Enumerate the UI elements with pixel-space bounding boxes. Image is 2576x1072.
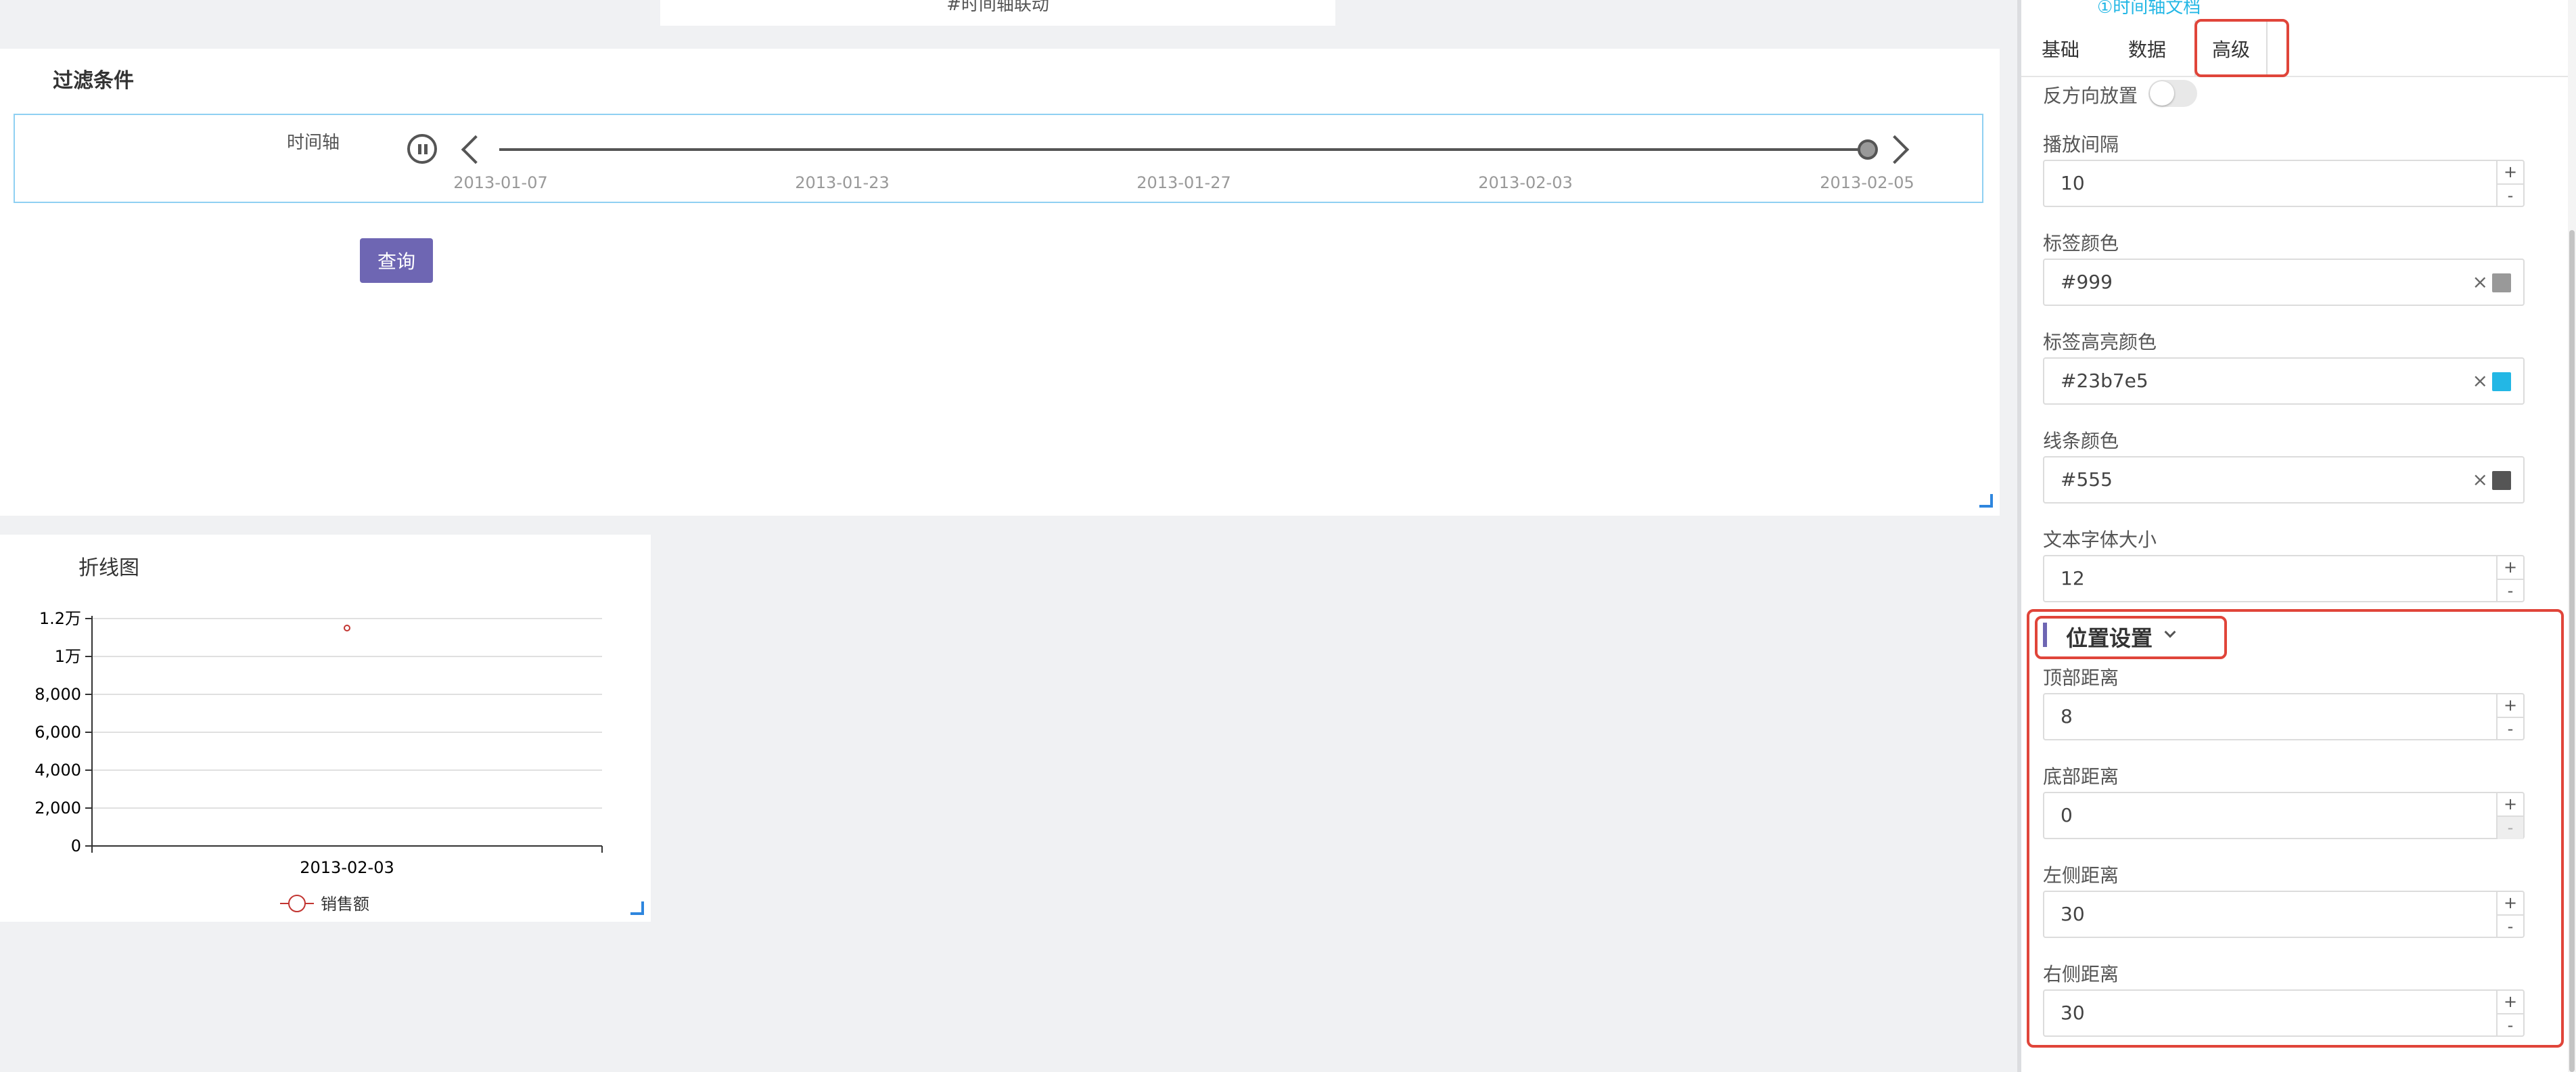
scrollbar-thumb[interactable] bbox=[2569, 230, 2575, 1072]
legend-label: 销售额 bbox=[321, 895, 369, 914]
bottom-distance-input[interactable]: 0 + - bbox=[2043, 792, 2525, 839]
timeline-widget-title: #时间轴联动 bbox=[946, 0, 1049, 15]
left-distance-input[interactable]: 30 + - bbox=[2043, 891, 2525, 938]
section-accent-bar bbox=[2043, 623, 2047, 647]
data-point bbox=[344, 625, 350, 631]
y-tick-label: 2,000 bbox=[34, 799, 81, 818]
play-interval-label: 播放间隔 bbox=[2043, 133, 2119, 156]
font-size-input[interactable]: 12 + - bbox=[2043, 555, 2525, 602]
label-highlight-color-input[interactable]: #23b7e5 × bbox=[2043, 357, 2525, 405]
label-color-label: 标签颜色 bbox=[2043, 232, 2119, 254]
font-size-stepper: + - bbox=[2496, 556, 2523, 601]
decrement-button[interactable]: - bbox=[2498, 580, 2523, 602]
decrement-button[interactable]: - bbox=[2498, 185, 2523, 207]
decrement-button[interactable]: - bbox=[2498, 916, 2523, 938]
right-distance-input[interactable]: 30 + - bbox=[2043, 989, 2525, 1037]
top-distance-label: 顶部距离 bbox=[2043, 667, 2119, 689]
timeline-handle[interactable] bbox=[1858, 139, 1878, 160]
left-distance-label: 左侧距离 bbox=[2043, 864, 2119, 887]
tab-bar bbox=[2021, 20, 2568, 77]
y-tick-label: 1.2万 bbox=[39, 609, 81, 628]
label-highlight-color-label: 标签高亮颜色 bbox=[2043, 331, 2157, 353]
play-interval-input[interactable]: 10 + - bbox=[2043, 160, 2525, 207]
right-distance-stepper: + - bbox=[2496, 991, 2523, 1035]
clear-icon[interactable]: × bbox=[2472, 359, 2488, 403]
reverse-label: 反方向放置 bbox=[2043, 85, 2138, 107]
highlight-advanced-tab bbox=[2194, 19, 2289, 77]
y-tick-label: 8,000 bbox=[34, 685, 81, 704]
top-distance-input[interactable]: 8 + - bbox=[2043, 693, 2525, 740]
x-tick-label: 2013-02-03 bbox=[300, 858, 394, 877]
legend-marker bbox=[288, 895, 306, 912]
resize-handle-icon[interactable] bbox=[1979, 494, 1993, 508]
timeline-label: 时间轴 bbox=[287, 133, 340, 153]
pause-icon[interactable] bbox=[407, 134, 437, 164]
tab-data[interactable]: 数据 bbox=[2128, 35, 2166, 62]
timeline-widget-stub[interactable]: #时间轴联动 bbox=[660, 0, 1335, 26]
position-section-title[interactable]: 位置设置 bbox=[2066, 621, 2153, 652]
color-swatch[interactable] bbox=[2492, 372, 2511, 391]
line-chart: 0 2,000 4,000 6,000 8,000 1万 1.2万 2013-02-03 销售额 bbox=[34, 609, 603, 914]
top-distance-stepper: + - bbox=[2496, 694, 2523, 739]
label-color-input[interactable]: #999 × bbox=[2043, 259, 2525, 306]
timeline-tick[interactable]: 2013-01-07 bbox=[419, 173, 582, 192]
left-distance-stepper: + - bbox=[2496, 892, 2523, 937]
y-tick-label: 1万 bbox=[55, 647, 81, 666]
timeline-tick[interactable]: 2013-02-03 bbox=[1444, 173, 1607, 192]
decrement-button[interactable]: - bbox=[2498, 817, 2523, 839]
line-chart-title: 折线图 bbox=[78, 556, 139, 580]
play-interval-stepper: + - bbox=[2496, 161, 2523, 206]
y-tick-label: 4,000 bbox=[34, 761, 81, 780]
reverse-toggle[interactable] bbox=[2148, 80, 2197, 107]
increment-button[interactable]: + bbox=[2498, 694, 2523, 718]
line-color-input[interactable]: #555 × bbox=[2043, 456, 2525, 504]
y-tick-label: 0 bbox=[71, 836, 81, 855]
clear-icon[interactable]: × bbox=[2472, 457, 2488, 502]
timeline-tick[interactable]: 2013-01-27 bbox=[1103, 173, 1265, 192]
increment-button[interactable]: + bbox=[2498, 793, 2523, 817]
clear-icon[interactable]: × bbox=[2472, 260, 2488, 305]
filter-panel-title: 过滤条件 bbox=[53, 69, 134, 93]
line-color-label: 线条颜色 bbox=[2043, 430, 2119, 452]
query-button[interactable]: 查询 bbox=[360, 238, 433, 283]
increment-button[interactable]: + bbox=[2498, 161, 2523, 185]
timeline-filter-box[interactable] bbox=[14, 114, 1983, 203]
right-distance-label: 右侧距离 bbox=[2043, 963, 2119, 985]
increment-button[interactable]: + bbox=[2498, 991, 2523, 1014]
increment-button[interactable]: + bbox=[2498, 892, 2523, 916]
bottom-distance-stepper: + - bbox=[2496, 793, 2523, 839]
timeline-doc-link[interactable]: ①时间轴文档 bbox=[2097, 0, 2201, 18]
font-size-label: 文本字体大小 bbox=[2043, 529, 2157, 551]
timeline-track[interactable] bbox=[499, 148, 1866, 151]
color-swatch[interactable] bbox=[2492, 273, 2511, 292]
increment-button[interactable]: + bbox=[2498, 556, 2523, 580]
timeline-tick[interactable]: 2013-02-05 bbox=[1786, 173, 1948, 192]
color-swatch[interactable] bbox=[2492, 471, 2511, 490]
decrement-button[interactable]: - bbox=[2498, 1014, 2523, 1037]
resize-handle-icon[interactable] bbox=[630, 901, 644, 915]
y-tick-label: 6,000 bbox=[34, 723, 81, 742]
tab-basic[interactable]: 基础 bbox=[2042, 35, 2079, 62]
decrement-button[interactable]: - bbox=[2498, 718, 2523, 740]
bottom-distance-label: 底部距离 bbox=[2043, 765, 2119, 788]
timeline-tick[interactable]: 2013-01-23 bbox=[761, 173, 923, 192]
